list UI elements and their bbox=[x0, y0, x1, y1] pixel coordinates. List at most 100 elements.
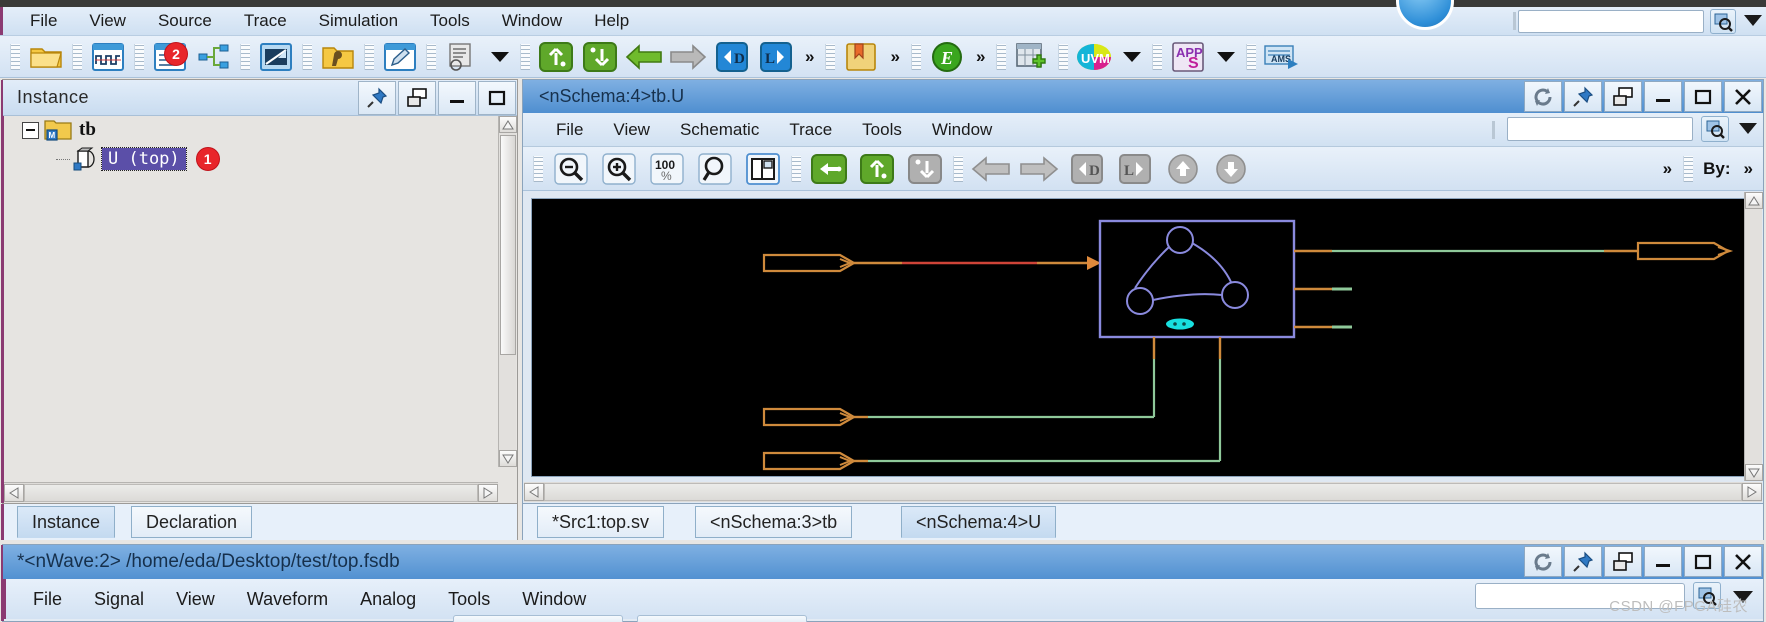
maximize-icon[interactable] bbox=[1684, 81, 1722, 112]
open-folder-icon[interactable] bbox=[26, 40, 66, 74]
zoom-100-icon[interactable]: 100% bbox=[645, 151, 689, 187]
instance-tree[interactable]: M tb U (top) 1 bbox=[4, 116, 499, 467]
chevron-down-icon[interactable] bbox=[1123, 51, 1142, 62]
maximize-icon[interactable] bbox=[1684, 546, 1722, 577]
schematic-search-icon[interactable] bbox=[1701, 116, 1729, 142]
toolbar-grip[interactable] bbox=[791, 155, 801, 182]
hierarchy-icon[interactable] bbox=[194, 40, 234, 74]
search-input[interactable] bbox=[1518, 10, 1704, 33]
toolbar-grip[interactable] bbox=[910, 43, 921, 70]
tab-nschema-4-u[interactable]: <nSchema:4>U bbox=[901, 506, 1057, 538]
source-browser-icon[interactable]: 2 bbox=[150, 40, 190, 74]
undock-icon[interactable] bbox=[1604, 546, 1642, 577]
down-arrow-icon[interactable] bbox=[1209, 151, 1253, 187]
scope-up-icon[interactable] bbox=[855, 151, 899, 187]
minus-box-icon[interactable] bbox=[22, 121, 39, 139]
schematic-menu-window[interactable]: Window bbox=[917, 118, 1007, 142]
back-trace-icon[interactable] bbox=[807, 151, 851, 187]
forward-arrow-icon[interactable] bbox=[668, 40, 708, 74]
minimize-icon[interactable] bbox=[438, 81, 476, 115]
minimize-icon[interactable] bbox=[1644, 546, 1682, 577]
toolbar-grip[interactable] bbox=[996, 43, 1007, 70]
undock-icon[interactable] bbox=[1604, 81, 1642, 112]
open-design-folder-icon[interactable] bbox=[318, 40, 358, 74]
chevron-down-icon[interactable] bbox=[1217, 51, 1236, 62]
schematic-menu-view[interactable]: View bbox=[598, 118, 665, 142]
toolbar-grip[interactable] bbox=[520, 43, 530, 70]
schematic-search-input[interactable] bbox=[1507, 117, 1693, 141]
toolbar-grip[interactable] bbox=[1152, 43, 1163, 70]
scroll-right-icon[interactable] bbox=[478, 483, 498, 502]
schematic-menu-schematic[interactable]: Schematic bbox=[665, 118, 774, 142]
expression-icon[interactable]: E bbox=[927, 40, 967, 74]
wave-search-input[interactable] bbox=[1475, 583, 1685, 609]
menu-help[interactable]: Help bbox=[578, 9, 645, 33]
minimize-icon[interactable] bbox=[1644, 81, 1682, 112]
toolbar-grip[interactable] bbox=[72, 43, 82, 70]
waveform-window-icon[interactable] bbox=[88, 40, 128, 74]
schematic-menu-tools[interactable]: Tools bbox=[847, 118, 917, 142]
load-icon[interactable]: L bbox=[1113, 151, 1157, 187]
driver-icon[interactable]: D bbox=[1065, 151, 1109, 187]
tab-instance[interactable]: Instance bbox=[17, 506, 116, 538]
toolbar-grip[interactable] bbox=[426, 43, 436, 70]
wave-menu-file[interactable]: File bbox=[17, 587, 78, 612]
chevron-down-icon[interactable] bbox=[1744, 15, 1762, 26]
menu-file[interactable]: File bbox=[14, 9, 73, 33]
tree-item-tb[interactable]: M tb bbox=[4, 116, 499, 144]
close-icon[interactable] bbox=[1724, 546, 1762, 577]
wave-menu-tools[interactable]: Tools bbox=[432, 587, 506, 612]
instance-horizontal-scrollbar[interactable] bbox=[4, 482, 498, 502]
undock-icon[interactable] bbox=[398, 81, 436, 115]
zoom-out-icon[interactable] bbox=[549, 151, 593, 187]
search-icon[interactable] bbox=[1710, 9, 1736, 34]
close-icon[interactable] bbox=[1724, 81, 1762, 112]
pin-icon[interactable] bbox=[1564, 81, 1602, 112]
instance-vertical-scrollbar[interactable] bbox=[498, 116, 517, 467]
zoom-in-icon[interactable] bbox=[597, 151, 641, 187]
schematic-horizontal-scrollbar[interactable] bbox=[524, 482, 1762, 502]
scroll-left-icon[interactable] bbox=[4, 483, 24, 502]
wave-search-icon[interactable] bbox=[1693, 582, 1721, 609]
wave-menu-window[interactable]: Window bbox=[506, 587, 602, 612]
scope-down-icon[interactable] bbox=[580, 40, 620, 74]
toolbar-grip[interactable] bbox=[240, 43, 250, 70]
scroll-up-icon[interactable] bbox=[1745, 192, 1763, 209]
refresh-icon[interactable] bbox=[1524, 546, 1562, 577]
menu-trace[interactable]: Trace bbox=[228, 9, 303, 33]
maximize-icon[interactable] bbox=[478, 81, 516, 115]
scope-down-icon[interactable] bbox=[903, 151, 947, 187]
schematic-menu-file[interactable]: File bbox=[541, 118, 598, 142]
scroll-left-icon[interactable] bbox=[524, 483, 544, 501]
by-more-icon[interactable]: » bbox=[1744, 159, 1753, 179]
next-arrow-icon[interactable] bbox=[1017, 151, 1061, 187]
uvm-icon[interactable]: UVM bbox=[1074, 40, 1114, 74]
scroll-right-icon[interactable] bbox=[1742, 483, 1762, 501]
schematic-chevron-down-icon[interactable] bbox=[1739, 123, 1757, 134]
wave-menu-waveform[interactable]: Waveform bbox=[231, 587, 344, 612]
wave-menu-analog[interactable]: Analog bbox=[344, 587, 432, 612]
load-icon[interactable]: L bbox=[756, 40, 796, 74]
scroll-down-icon[interactable] bbox=[1745, 464, 1763, 481]
toolbar-grip[interactable] bbox=[10, 43, 20, 70]
ams-icon[interactable]: AMS bbox=[1262, 40, 1302, 74]
toolbar-grip[interactable] bbox=[1683, 155, 1694, 182]
scroll-up-icon[interactable] bbox=[499, 116, 517, 133]
bookmark-icon[interactable] bbox=[841, 40, 881, 74]
tab-src1-top-sv[interactable]: *Src1:top.sv bbox=[537, 506, 665, 538]
split-view-icon[interactable] bbox=[741, 151, 785, 187]
toolbar-grip[interactable] bbox=[302, 43, 312, 70]
pin-icon[interactable] bbox=[358, 81, 396, 115]
schematic-canvas[interactable] bbox=[531, 198, 1755, 477]
prev-arrow-icon[interactable] bbox=[969, 151, 1013, 187]
scrollbar-track[interactable] bbox=[24, 483, 478, 502]
toolbar-more-icon[interactable]: » bbox=[890, 47, 899, 67]
toolbar-grip[interactable] bbox=[533, 155, 543, 182]
toolbar-grip[interactable] bbox=[1246, 43, 1257, 70]
schematic-menu-trace[interactable]: Trace bbox=[774, 118, 847, 142]
schematic-window-icon[interactable] bbox=[256, 40, 296, 74]
tab-declaration[interactable]: Declaration bbox=[131, 506, 253, 538]
wave-toolbar-item[interactable] bbox=[453, 615, 623, 622]
wave-chevron-down-icon[interactable] bbox=[1733, 591, 1753, 603]
schematic-toolbar-more-icon[interactable]: » bbox=[1663, 159, 1672, 179]
